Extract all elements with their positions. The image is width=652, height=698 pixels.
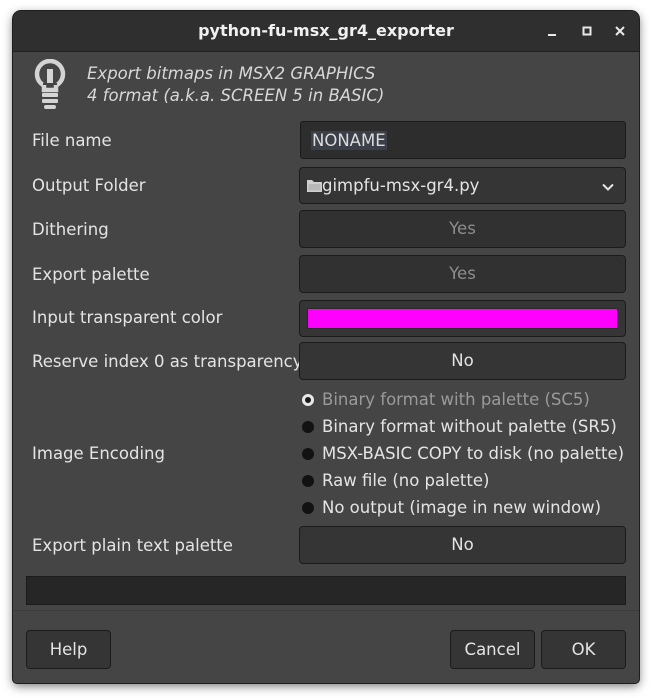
description-line-2: 4 format (a.k.a. SCREEN 5 in BASIC) [87, 86, 385, 105]
file-name-value: NONAME [311, 131, 387, 150]
dialog-description: Export bitmaps in MSX2 GRAPHICS 4 format… [87, 63, 384, 107]
dithering-toggle[interactable]: Yes [299, 210, 626, 248]
help-button[interactable]: Help [26, 630, 111, 669]
radio-icon [302, 448, 314, 460]
image-encoding-label: Image Encoding [32, 444, 165, 463]
description-line-1: Export bitmaps in MSX2 GRAPHICS [87, 64, 376, 83]
maximize-icon[interactable] [577, 21, 597, 41]
output-folder-chooser[interactable]: gimpfu-msx-gr4.py [299, 167, 626, 204]
cancel-button-label: Cancel [464, 640, 521, 659]
output-folder-value: gimpfu-msx-gr4.py [322, 176, 480, 195]
minimize-icon[interactable] [542, 21, 562, 41]
chevron-down-icon [601, 179, 615, 193]
ok-button-label: OK [571, 640, 596, 659]
export-palette-toggle[interactable]: Yes [299, 255, 626, 293]
plain-text-palette-toggle[interactable]: No [299, 526, 626, 564]
radio-option-label: MSX-BASIC COPY to disk (no palette) [322, 444, 625, 463]
dithering-value: Yes [449, 219, 476, 238]
color-swatch [307, 308, 618, 329]
radio-option-label: Binary format with palette (SC5) [322, 390, 590, 409]
reserve-index-value: No [451, 351, 474, 370]
output-folder-label: Output Folder [32, 176, 146, 195]
dialog-window: python-fu-msx_gr4_exporter Export bitmap… [13, 11, 639, 683]
radio-icon [302, 421, 314, 433]
dithering-label: Dithering [32, 220, 109, 239]
file-name-input[interactable]: NONAME [300, 121, 626, 159]
plain-text-palette-value: No [451, 535, 474, 554]
titlebar: python-fu-msx_gr4_exporter [13, 11, 639, 52]
help-button-label: Help [49, 640, 88, 659]
progress-bar [26, 576, 626, 605]
ok-button[interactable]: OK [541, 630, 626, 669]
plain-text-palette-label: Export plain text palette [32, 536, 233, 555]
radio-option-label: Raw file (no palette) [322, 471, 490, 490]
radio-option-label: No output (image in new window) [322, 498, 602, 517]
export-palette-value: Yes [449, 264, 476, 283]
lightbulb-icon [33, 58, 67, 111]
export-palette-label: Export palette [32, 265, 150, 284]
action-area-separator [13, 610, 639, 611]
radio-icon [302, 475, 314, 487]
reserve-index-label: Reserve index 0 as transparency [32, 352, 303, 371]
reserve-index-toggle[interactable]: No [299, 342, 626, 380]
radio-option-label: Binary format without palette (SR5) [322, 417, 617, 436]
close-icon[interactable] [610, 21, 630, 41]
transparent-color-label: Input transparent color [32, 308, 223, 327]
file-name-label: File name [32, 131, 112, 150]
radio-selected-icon [302, 394, 314, 406]
radio-icon [302, 502, 314, 514]
transparent-color-button[interactable] [299, 300, 626, 337]
cancel-button[interactable]: Cancel [450, 630, 535, 669]
